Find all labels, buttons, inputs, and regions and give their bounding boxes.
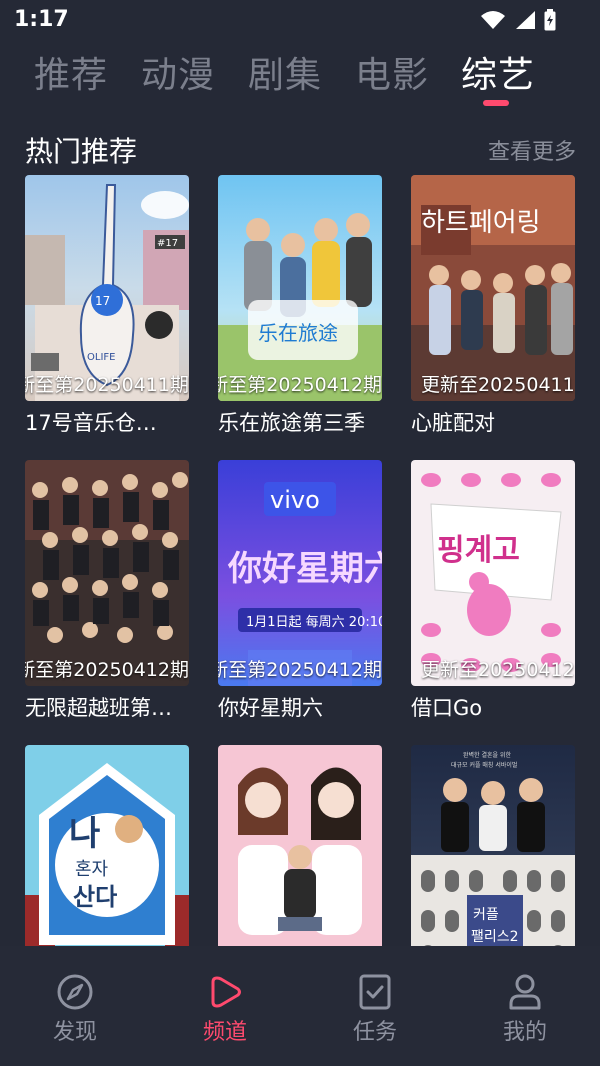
show-title: 你好星期六 [218,696,323,720]
poster-logo-text: 하트페어링 [421,208,541,238]
show-poster[interactable]: 완벽한 결혼을 위한 대규모 커플 매칭 서바이벌 커플 팰리스2 [411,745,575,946]
nav-label: 我的 [502,1020,547,1045]
show-poster[interactable]: 新至第20250412期 [25,460,189,686]
show-poster[interactable]: 핑계고 更新至20250412 [411,460,575,686]
show-title: 17号音乐仓… [25,411,157,435]
show-title: 无限超越班第… [25,696,172,720]
content-grid: 17 OLIFE #17 新至第20250411期 17号音乐仓… 乐在旅途 新… [0,0,600,946]
nav-label: 任务 [352,1020,397,1045]
svg-text:#17: #17 [157,238,178,249]
show-poster[interactable]: 17 OLIFE #17 新至第20250411期 [25,175,189,401]
svg-text:대규모 커플 매칭 서바이벌: 대규모 커플 매칭 서바이벌 [451,761,517,769]
nav-discover[interactable]: 发现 [30,972,120,1046]
bottom-nav: 发现 频道 任务 我的 [0,946,600,1066]
svg-text:OLIFE: OLIFE [87,352,115,363]
svg-text:팰리스2: 팰리스2 [471,929,519,945]
episode-caption: 更新至20250411 [421,374,575,396]
play-icon [180,972,270,1012]
show-poster[interactable]: ? [218,745,382,946]
svg-text:완벽한 결혼을 위한: 완벽한 결혼을 위한 [463,751,511,759]
svg-text:你好星期六: 你好星期六 [227,549,382,589]
poster-logo-text: 乐在旅途 [258,321,338,345]
episode-caption: 新至第20250412期 [25,659,189,681]
svg-text:17: 17 [95,294,110,308]
nav-label: 发现 [52,1020,97,1045]
poster-logo-text: vivo [270,486,320,514]
task-icon [330,972,420,1012]
nav-label: 频道 [202,1020,247,1045]
nav-task[interactable]: 任务 [330,972,420,1046]
show-poster[interactable]: 乐在旅途 新至第20250412期 [218,175,382,401]
show-title: 乐在旅途第三季 [218,411,365,435]
show-title: 心脏配对 [411,411,495,435]
show-poster[interactable]: 하트페어링 更新至20250411 [411,175,575,401]
compass-icon [30,972,120,1012]
svg-text:산다: 산다 [73,883,117,911]
svg-text:커플: 커플 [473,907,499,923]
nav-profile[interactable]: 我的 [480,972,570,1046]
svg-text:나: 나 [69,814,100,854]
show-title: 借口Go [411,696,483,720]
nav-channel[interactable]: 频道 [180,972,270,1046]
episode-caption: 新至第20250412期 [218,659,382,681]
show-poster[interactable]: 나 혼자 산다 [25,745,189,946]
svg-text:혼자: 혼자 [75,859,109,880]
episode-caption: 新至第20250411期 [25,374,189,396]
user-icon [480,972,570,1012]
episode-caption: 更新至20250412 [421,659,575,681]
episode-caption: 新至第20250412期 [218,374,382,396]
svg-text:1月1日起 每周六 20:10: 1月1日起 每周六 20:10 [246,614,382,630]
poster-logo-text: 핑계고 [437,533,520,568]
show-poster[interactable]: vivo 你好星期六 1月1日起 每周六 20:10 新至第20250412期 [218,460,382,686]
